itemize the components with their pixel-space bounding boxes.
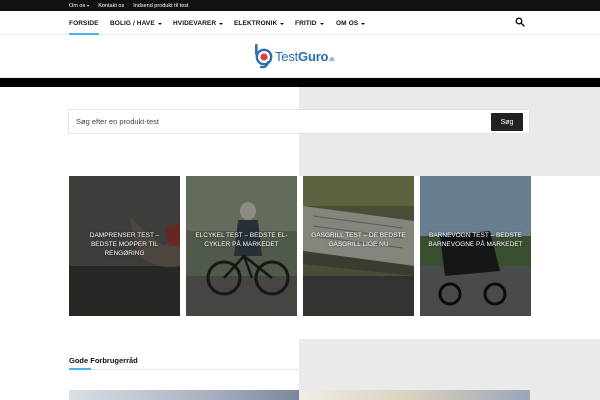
tile-barnevogn[interactable]: BARNEVOGN TEST – BEDSTE BARNEVOGNE PÅ MA…: [420, 176, 531, 316]
section-divider: [69, 369, 299, 370]
topbar-link-om-os[interactable]: Om os: [69, 3, 90, 9]
nav-item-om-os[interactable]: OM OS: [336, 11, 366, 35]
section-divider-accent: [69, 368, 91, 370]
featured-tiles: DAMPRENSER TEST – BEDSTE MOPPER TIL RENG…: [69, 176, 531, 316]
top-bar: Om os Kontakt os Indsend produkt til tes…: [0, 0, 600, 11]
chevron-down-icon: [280, 22, 285, 25]
tile-elcykel[interactable]: ELCYKEL TEST – BEDSTE EL-CYKLER PÅ MARKE…: [186, 176, 297, 316]
chevron-down-icon: [361, 22, 366, 25]
main-nav: FORSIDE BOLIG / HAVE HVIDEVARER ELEKTRON…: [0, 11, 600, 35]
header-divider: [0, 78, 600, 87]
nav-item-hvidevarer[interactable]: HVIDEVARER: [173, 11, 224, 35]
tile-title: BARNEVOGN TEST – BEDSTE BARNEVOGNE PÅ MA…: [428, 232, 523, 248]
chevron-down-icon: [157, 22, 162, 25]
nav-item-fritid[interactable]: FRITID: [295, 11, 324, 35]
tile-title: GASGRILL TEST – DE BEDSTE GASGRILL LIGE …: [311, 232, 406, 248]
site-logo[interactable]: TestGuro.dk: [253, 41, 335, 71]
logo-area: TestGuro.dk: [0, 35, 600, 78]
logo-text: TestGuro.dk: [275, 48, 335, 64]
search-form: Søg efter en produkt-test Søg: [68, 109, 530, 134]
search-button[interactable]: Søg: [491, 113, 523, 131]
logo-mark-icon: [255, 44, 273, 69]
topbar-link-kontakt[interactable]: Kontakt os: [98, 3, 124, 9]
search-icon[interactable]: [515, 17, 525, 27]
nav-item-forside[interactable]: FORSIDE: [69, 11, 99, 35]
tile-title: ELCYKEL TEST – BEDSTE EL-CYKLER PÅ MARKE…: [195, 232, 288, 248]
tile-damprenser[interactable]: DAMPRENSER TEST – BEDSTE MOPPER TIL RENG…: [69, 176, 180, 316]
article-thumbnail[interactable]: [300, 390, 530, 400]
nav-item-elektronik[interactable]: ELEKTRONIK: [234, 11, 285, 35]
chevron-down-icon: [219, 22, 224, 25]
tile-title: DAMPRENSER TEST – BEDSTE MOPPER TIL RENG…: [89, 232, 160, 257]
section-title: Gode Forbrugerråd: [69, 356, 138, 365]
chevron-down-icon: [319, 22, 324, 25]
article-thumbnail[interactable]: [69, 390, 299, 400]
chevron-down-icon: [87, 4, 90, 7]
tile-gasgrill[interactable]: GASGRILL TEST – DE BEDSTE GASGRILL LIGE …: [303, 176, 414, 316]
search-input[interactable]: Søg efter en produkt-test: [76, 117, 159, 126]
topbar-link-indsend[interactable]: Indsend produkt til test: [133, 3, 188, 9]
nav-item-bolig-have[interactable]: BOLIG / HAVE: [110, 11, 162, 35]
